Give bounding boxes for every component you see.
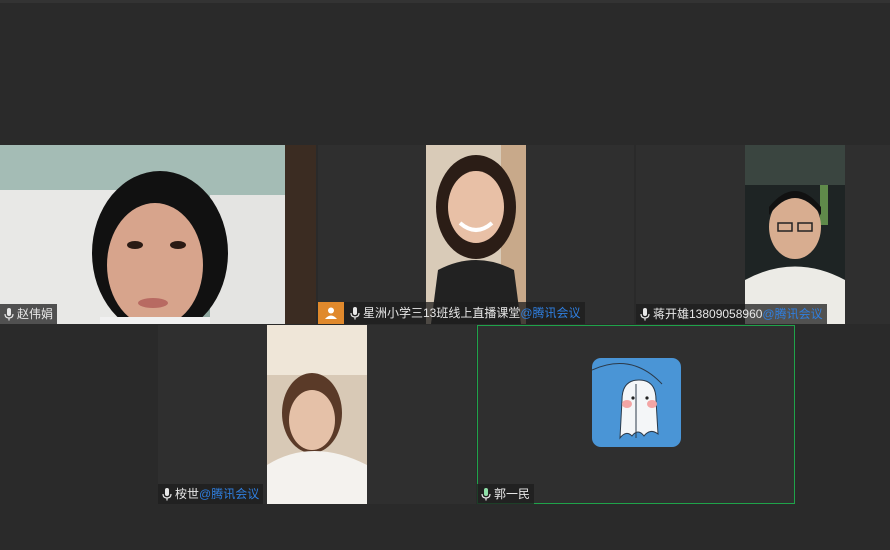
participant-name: 郭一民 [494,487,531,501]
participant-name: 桉世 [175,487,200,501]
participant-label: 郭一民 [477,484,535,504]
participant-tile-xingzhou[interactable]: 星洲小学三13班线上直播课堂 @腾讯会议 [318,145,634,324]
participant-app-tag: @腾讯会议 [199,487,260,501]
participant-video [426,145,526,324]
ghost-sticker-avatar [592,358,681,447]
microphone-icon [4,308,14,321]
participant-video [267,325,367,504]
participant-name: 赵伟娟 [17,307,54,321]
participant-tile-jiang[interactable]: 蒋开雄13809058960 @腾讯会议 [636,145,890,324]
participant-name: 星洲小学三13班线上直播课堂 [363,306,521,320]
participant-app-tag: @腾讯会议 [520,306,581,320]
participant-label: 桉世 @腾讯会议 [158,484,264,504]
participant-label: 赵伟娟 [0,304,58,324]
participant-tile-guo[interactable]: 郭一民 [477,325,795,504]
participant-label: 星洲小学三13班线上直播课堂 @腾讯会议 [318,302,585,324]
participant-tile-anshi[interactable]: 桉世 @腾讯会议 [158,325,476,504]
microphone-icon [640,308,650,321]
participant-label: 蒋开雄13809058960 @腾讯会议 [636,304,827,324]
participant-video [0,145,316,324]
participant-video [745,145,845,324]
participant-tile-zhao[interactable]: 赵伟娟 [0,145,316,324]
microphone-icon [481,488,491,501]
user-badge-icon [318,302,344,324]
microphone-icon [162,488,172,501]
microphone-icon [350,307,360,320]
window-top-edge [0,0,890,3]
participant-name: 蒋开雄13809058960 [653,307,763,321]
participant-app-tag: @腾讯会议 [762,307,823,321]
